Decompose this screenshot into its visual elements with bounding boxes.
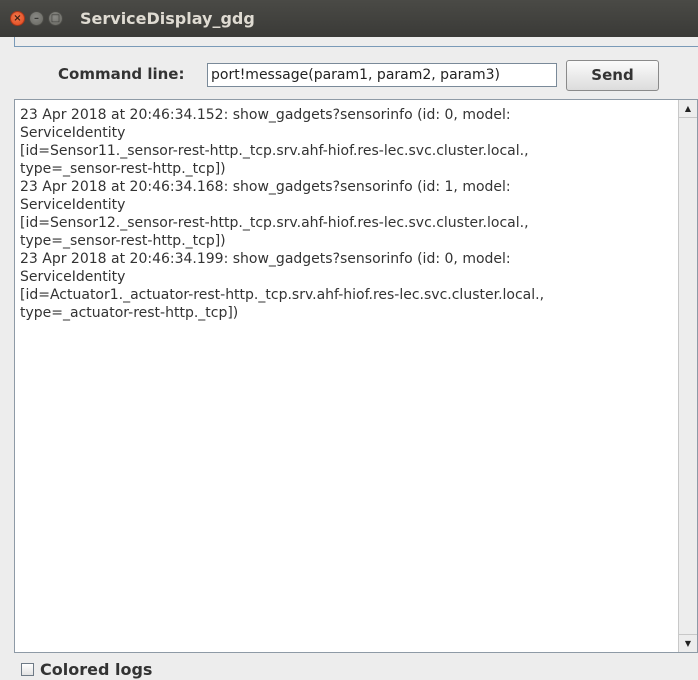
command-line-label: Command line: [58,65,185,83]
maximize-icon: □ [50,13,61,24]
close-window-button[interactable]: × [10,11,25,26]
command-line-input[interactable] [207,63,557,87]
send-button[interactable]: Send [566,60,659,91]
scroll-up-arrow-icon[interactable]: ▲ [679,100,697,118]
log-line: type=_sensor-rest-http._tcp]) [20,161,226,177]
colored-logs-checkbox[interactable] [21,662,34,676]
minimize-window-button[interactable]: – [29,11,44,26]
top-panel-strip [14,37,698,47]
log-text: 23 Apr 2018 at 20:46:34.152: show_gadget… [20,106,675,322]
log-line: ServiceIdentity [20,269,126,285]
close-icon: × [13,13,22,24]
log-line: ServiceIdentity [20,125,126,141]
log-line: type=_sensor-rest-http._tcp]) [20,233,226,249]
log-line: 23 Apr 2018 at 20:46:34.199: show_gadget… [20,251,511,267]
log-line: ServiceIdentity [20,197,126,213]
window-title: ServiceDisplay_gdg [80,9,255,28]
colored-logs-option[interactable]: Colored logs [21,659,153,679]
log-line: [id=Sensor11._sensor-rest-http._tcp.srv.… [20,143,529,159]
maximize-window-button[interactable]: □ [48,11,63,26]
title-bar[interactable]: × – □ ServiceDisplay_gdg [0,0,698,37]
log-output[interactable]: 23 Apr 2018 at 20:46:34.152: show_gadget… [14,99,698,653]
app-window: × – □ ServiceDisplay_gdg Command line: S… [0,0,698,680]
log-line: [id=Sensor12._sensor-rest-http._tcp.srv.… [20,215,529,231]
vertical-scrollbar[interactable]: ▲ ▼ [678,100,697,652]
colored-logs-label: Colored logs [40,659,153,679]
log-line: 23 Apr 2018 at 20:46:34.168: show_gadget… [20,179,511,195]
log-line: [id=Actuator1._actuator-rest-http._tcp.s… [20,287,545,303]
log-line: type=_actuator-rest-http._tcp]) [20,305,239,321]
scroll-down-arrow-icon[interactable]: ▼ [679,634,697,652]
minimize-icon: – [34,13,39,24]
log-line: 23 Apr 2018 at 20:46:34.152: show_gadget… [20,107,511,123]
